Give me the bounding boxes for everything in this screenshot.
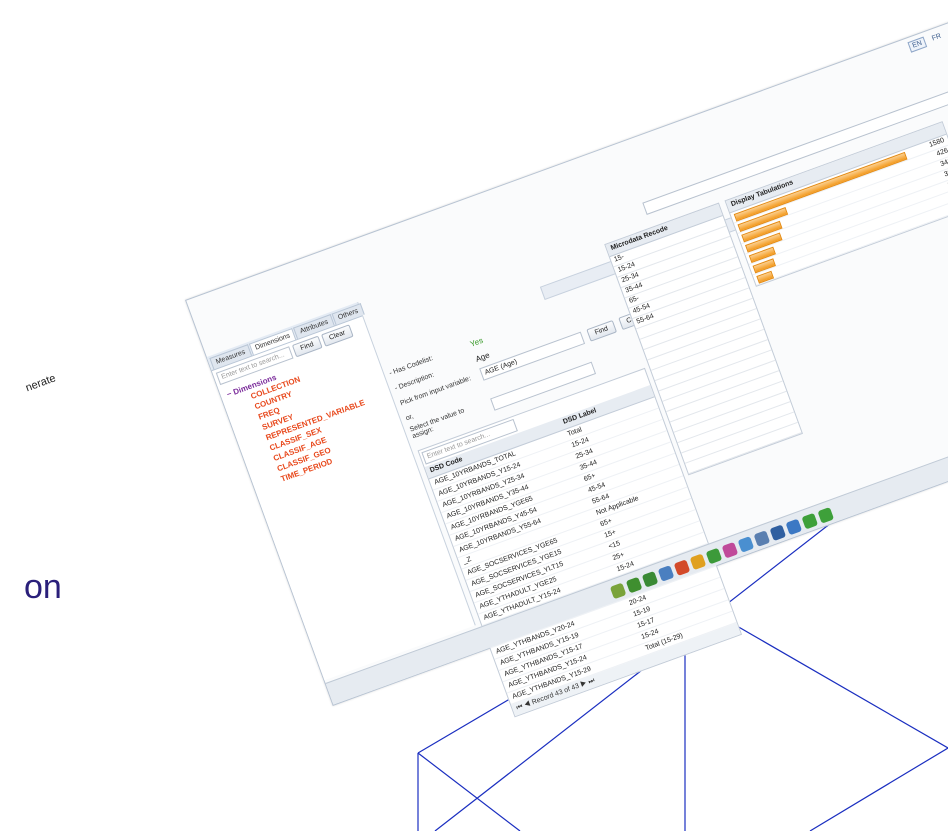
export-icon[interactable] <box>641 570 659 588</box>
search-icon[interactable] <box>737 536 755 553</box>
import-icon[interactable] <box>657 565 675 582</box>
save-icon[interactable] <box>769 524 787 542</box>
pencil-icon[interactable] <box>673 559 691 576</box>
has-codelist-value: Yes <box>468 335 485 349</box>
description-value: Age <box>474 350 491 364</box>
refresh-icon[interactable] <box>705 547 723 565</box>
pager-first-icon[interactable]: ⏮ <box>516 703 524 712</box>
palette-icon[interactable] <box>721 541 739 559</box>
help-icon[interactable] <box>753 530 771 547</box>
tabulation-bar <box>756 270 775 284</box>
table-icon[interactable] <box>689 553 707 571</box>
lang-fr[interactable]: FR <box>927 29 947 45</box>
edit-icon[interactable] <box>609 582 627 600</box>
back-icon[interactable] <box>801 512 819 530</box>
slide-text-fragment: on <box>24 568 62 606</box>
pager-last-icon[interactable]: ⏭ <box>587 677 595 686</box>
grid-icon[interactable] <box>625 576 643 594</box>
list-icon[interactable] <box>785 518 803 536</box>
tabulation-rows: 1580426341308207174124 <box>730 134 948 286</box>
display-tabulations: Display Tabulations 15804263413082071741… <box>724 121 948 287</box>
lang-en[interactable]: EN <box>907 36 928 53</box>
forward-icon[interactable] <box>817 506 835 524</box>
